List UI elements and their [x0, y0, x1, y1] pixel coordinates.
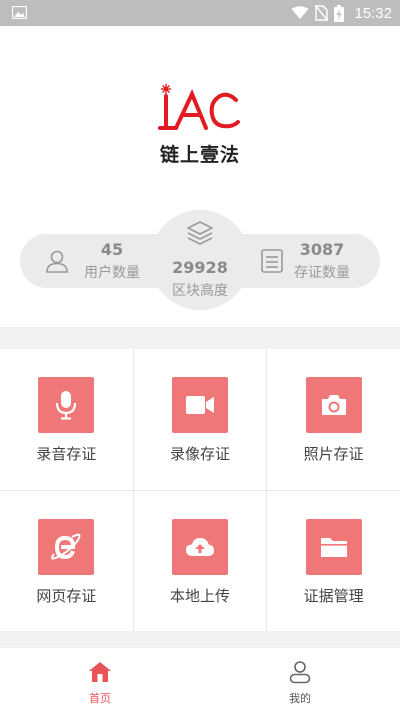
stat-users-label: 用户数量	[84, 265, 140, 281]
layers-icon	[187, 221, 213, 245]
stat-users: 45 用户数量	[80, 240, 144, 282]
bottom-tab-bar: 首页 我的	[0, 647, 400, 711]
stat-users-value: 45	[100, 240, 124, 259]
action-local-upload[interactable]: 本地上传	[133, 490, 267, 631]
clipboard-icon	[261, 249, 283, 273]
tile-audio	[38, 377, 95, 433]
action-label: 录像存证	[169, 445, 230, 463]
action-label: 录音存证	[36, 445, 97, 463]
action-label: 网页存证	[36, 586, 97, 605]
tab-home[interactable]: 首页	[0, 648, 200, 711]
action-label: 照片存证	[303, 445, 364, 463]
section-divider	[0, 327, 400, 349]
tab-mine-label: 我的	[289, 692, 311, 705]
stat-block-height-value: 29928	[172, 258, 228, 277]
home-icon	[89, 662, 111, 682]
status-bar: 15:32	[0, 0, 400, 26]
action-grid: 录音存证 录像存证 照片存证 网页存证 本地上传 证据管理	[0, 349, 400, 631]
action-audio-evidence[interactable]: 录音存证	[0, 349, 133, 490]
status-time: 15:32	[354, 4, 392, 22]
camera-icon	[321, 395, 346, 415]
user-icon	[46, 250, 68, 273]
tile-photo	[305, 377, 362, 433]
status-icons: 15:32	[291, 0, 392, 26]
action-video-evidence[interactable]: 录像存证	[133, 349, 267, 490]
stat-evidence: 3087 存证数量	[290, 240, 354, 282]
tile-upload	[171, 518, 228, 575]
tab-home-label: 首页	[89, 692, 111, 705]
cloud-upload-icon	[185, 537, 214, 556]
browser-e-icon	[51, 533, 81, 560]
iac-logo	[158, 84, 240, 130]
action-label: 本地上传	[169, 586, 230, 605]
stat-block-height-label: 区块高度	[172, 283, 228, 299]
action-photo-evidence[interactable]: 照片存证	[267, 349, 400, 490]
image-icon	[12, 6, 27, 19]
folder-icon	[320, 537, 347, 557]
stat-evidence-value: 3087	[299, 240, 345, 259]
action-web-evidence[interactable]: 网页存证	[0, 490, 133, 631]
action-evidence-management[interactable]: 证据管理	[267, 490, 400, 631]
stat-block-height: 29928 区块高度	[160, 258, 240, 300]
tile-folder	[305, 518, 362, 575]
section-divider-bottom	[0, 631, 400, 647]
tile-video	[171, 377, 228, 433]
no-sim-icon	[315, 5, 329, 21]
stat-evidence-label: 存证数量	[294, 265, 350, 281]
profile-icon	[289, 661, 311, 684]
battery-charging-icon	[334, 4, 345, 22]
wifi-icon	[291, 6, 309, 19]
action-label: 证据管理	[303, 586, 364, 605]
tile-web	[38, 518, 95, 575]
microphone-icon	[56, 391, 77, 420]
app-name: 链上壹法	[159, 144, 240, 166]
video-camera-icon	[185, 396, 214, 414]
tab-mine[interactable]: 我的	[200, 648, 400, 711]
